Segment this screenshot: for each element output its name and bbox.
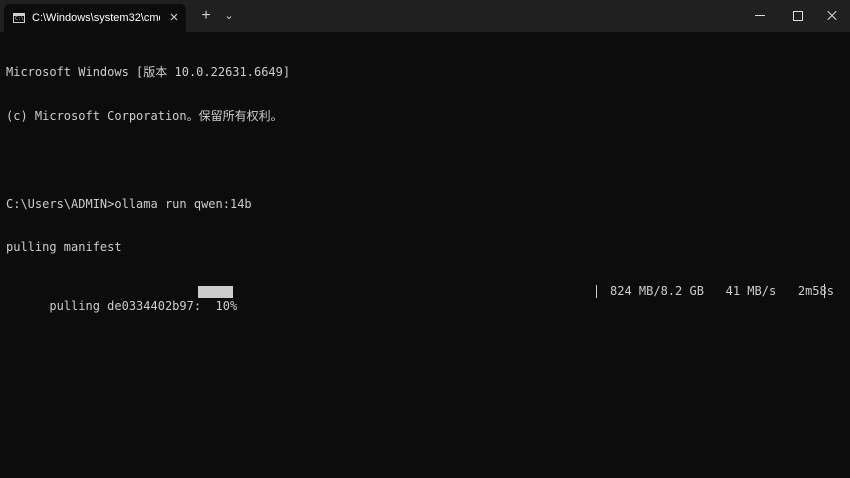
output-line-version: Microsoft Windows [版本 10.0.22631.6649] bbox=[6, 65, 291, 80]
output-line-copyright: (c) Microsoft Corporation。保留所有权利。 bbox=[6, 108, 283, 123]
output-line-manifest: pulling manifest bbox=[6, 240, 122, 255]
chevron-down-icon[interactable]: ⌄ bbox=[220, 6, 238, 26]
new-tab-button[interactable]: + bbox=[196, 6, 216, 26]
tab-title: C:\Windows\system32\cmd.exe bbox=[32, 12, 160, 24]
terminal-output[interactable]: Microsoft Windows [版本 10.0.22631.6649] (… bbox=[6, 36, 846, 328]
title-bar[interactable]: C:\ C:\Windows\system32\cmd.exe × + ⌄ bbox=[0, 0, 850, 32]
close-tab-icon[interactable]: × bbox=[166, 10, 182, 26]
close-window-button[interactable] bbox=[814, 0, 850, 32]
terminal-window: C:\ C:\Windows\system32\cmd.exe × + ⌄ Mi… bbox=[0, 0, 850, 478]
output-line-command: C:\Users\ADMIN>ollama run qwen:14b bbox=[6, 196, 252, 211]
progress-stats: 824 MB/8.2 GB 41 MB/s 2m58s bbox=[610, 284, 834, 299]
cmd-icon: C:\ bbox=[13, 13, 25, 23]
progress-bar bbox=[198, 286, 233, 299]
text-cursor bbox=[824, 284, 825, 299]
maximize-button[interactable] bbox=[779, 0, 815, 32]
output-line-blank bbox=[6, 153, 846, 168]
cmd-icon-text: C:\ bbox=[15, 16, 25, 22]
progress-prefix: pulling de0334402b97: 10% bbox=[49, 298, 238, 313]
progress-line: pulling de0334402b97: 10% 824 MB/8.2 GB … bbox=[6, 284, 846, 313]
minimize-button[interactable] bbox=[742, 0, 778, 32]
progress-bar-end bbox=[596, 285, 597, 299]
tab-cmd[interactable]: C:\ C:\Windows\system32\cmd.exe × bbox=[4, 4, 186, 32]
